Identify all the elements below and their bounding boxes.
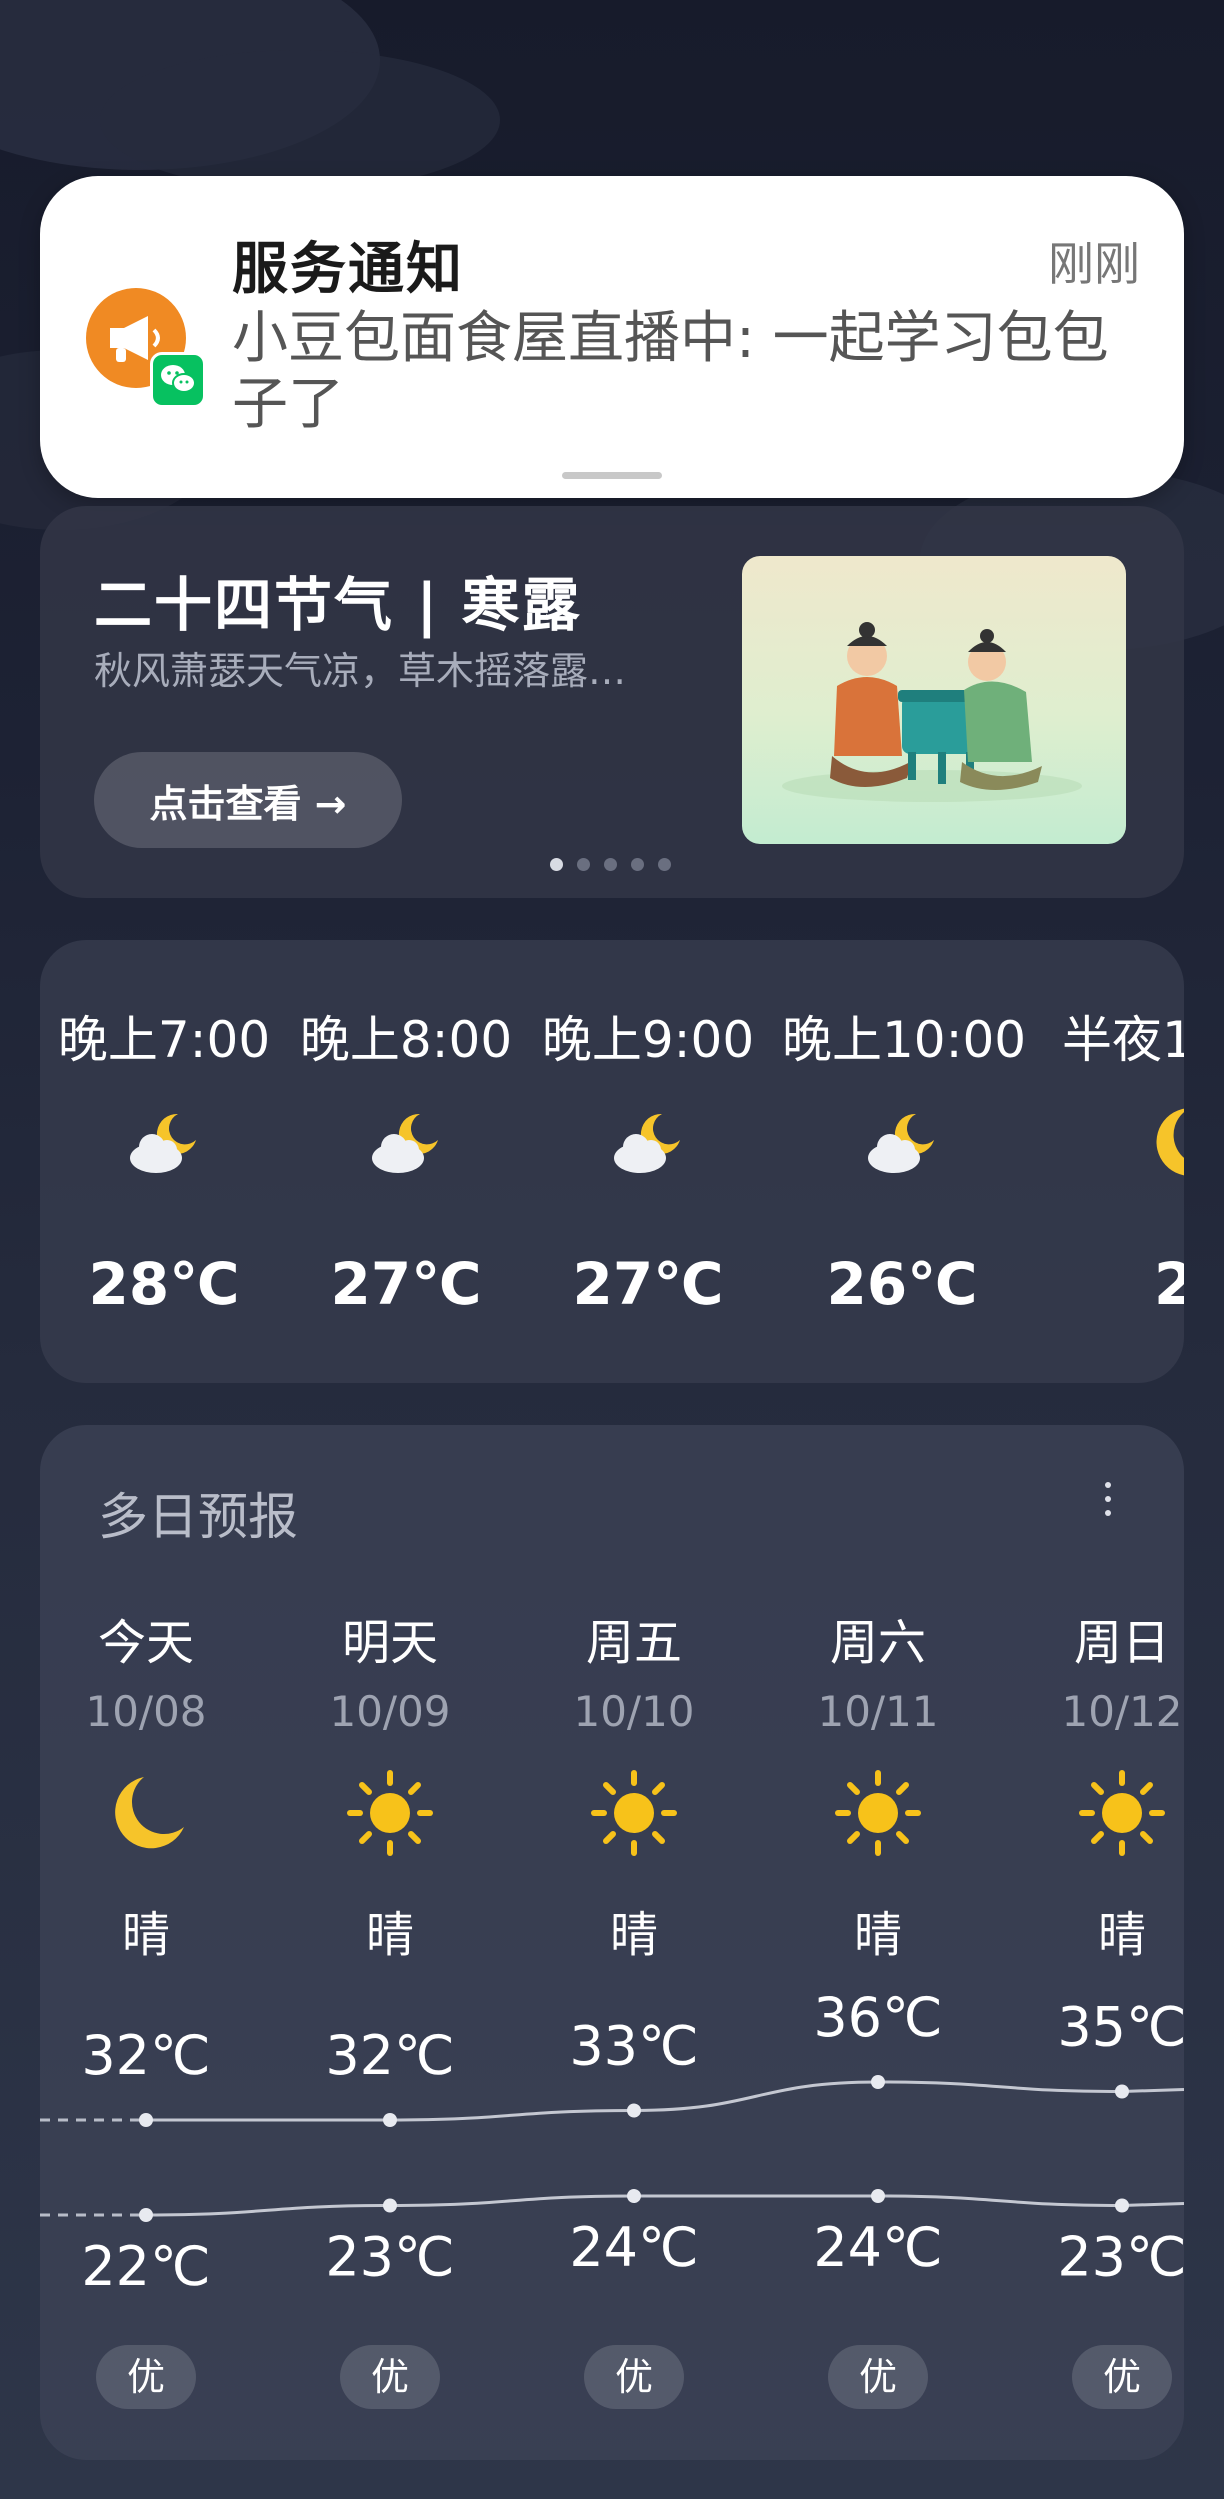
solar-term-card[interactable]: 二十四节气 | 寒露 秋风萧瑟天气凉，草木摇落露… 点击查看 → — [40, 506, 1184, 898]
sun-icon — [835, 1770, 921, 1856]
hourly-temperature: 27℃ — [330, 1250, 482, 1318]
high-temp-line-point — [383, 2113, 397, 2127]
low-temp-line-point — [1115, 2198, 1129, 2213]
low-temp-line — [145, 2194, 1184, 2217]
high-temp-line — [146, 2080, 1184, 2122]
day-name: 周五 — [585, 1615, 682, 1671]
low-temp-label: 24℃ — [569, 2216, 698, 2279]
high-temp-label: 33℃ — [569, 2015, 698, 2078]
hourly-forecast-card[interactable]: 晚上7:00 28℃ 晚上8:00 27℃ 晚上9:00 27℃ 晚上10:00 — [40, 940, 1184, 1383]
day-condition: 晴 — [853, 1907, 902, 1963]
view-details-button[interactable]: 点击查看 → — [94, 752, 402, 848]
moon-cloud-icon — [372, 1113, 438, 1173]
notification-drag-handle[interactable] — [562, 472, 662, 479]
moon-cloud-icon — [614, 1113, 680, 1173]
air-quality-badge[interactable]: 优 — [828, 2345, 928, 2409]
multi-day-forecast-card[interactable]: 多日预报 32℃ 32℃ 33℃ 36℃ 35℃ 22℃ 23℃ 24℃ 24℃ 23℃ 今天 1… — [40, 1425, 1184, 2460]
moon-cloud-icon — [130, 1113, 196, 1173]
day-name: 周日 — [1073, 1615, 1170, 1671]
hourly-time: 晚上7:00 — [57, 1011, 271, 1069]
air-quality-badge[interactable]: 优 — [340, 2345, 440, 2409]
hourly-time: 晚上10:00 — [782, 1011, 1027, 1069]
hourly-time: 晚上9:00 — [541, 1011, 755, 1069]
day-date: 10/12 — [1061, 1687, 1183, 1736]
hourly-temperature: 27℃ — [572, 1250, 724, 1318]
notification-body: 小豆包面食屋直播中: 一起学习包包子了 — [232, 306, 1109, 437]
carousel-indicator — [550, 858, 671, 871]
low-temp-line-point — [627, 2189, 641, 2203]
day-name: 明天 — [341, 1615, 438, 1671]
low-temp-label: 22℃ — [81, 2235, 210, 2298]
day-condition: 晴 — [1097, 1907, 1146, 1963]
air-quality-badge[interactable]: 优 — [1072, 2345, 1172, 2409]
notification-time: 刚刚 — [1048, 237, 1140, 291]
high-temp-label: 32℃ — [325, 2024, 454, 2087]
day-date: 10/09 — [329, 1687, 451, 1736]
low-temp-line-point — [139, 2208, 153, 2222]
day-date: 10/10 — [573, 1687, 695, 1736]
day-date: 10/08 — [85, 1687, 207, 1736]
sun-icon — [347, 1770, 433, 1856]
sun-icon — [591, 1770, 677, 1856]
moon-icon — [1156, 1108, 1184, 1176]
sun-icon — [1079, 1770, 1165, 1856]
notification-title: 服务通知 — [232, 237, 464, 302]
moon-icon — [115, 1777, 184, 1849]
moon-cloud-icon — [868, 1113, 934, 1173]
low-temp-label: 24℃ — [813, 2216, 942, 2279]
hourly-temperature: 28℃ — [88, 1250, 240, 1318]
carousel-dot[interactable] — [550, 858, 563, 871]
day-condition: 晴 — [121, 1907, 170, 1963]
solar-term-illustration — [742, 556, 1126, 844]
low-temp-label: 23℃ — [325, 2226, 454, 2289]
carousel-dot[interactable] — [658, 858, 671, 871]
carousel-dot[interactable] — [604, 858, 617, 871]
day-date: 10/11 — [817, 1687, 939, 1736]
high-temp-line-point — [871, 2075, 885, 2089]
low-temp-label: 23℃ — [1057, 2226, 1184, 2289]
air-quality-badge[interactable]: 优 — [584, 2345, 684, 2409]
carousel-dot[interactable] — [577, 858, 590, 871]
high-temp-label: 35℃ — [1057, 1996, 1184, 2059]
carousel-dot[interactable] — [631, 858, 644, 871]
high-temp-line-point — [139, 2113, 153, 2127]
day-condition: 晴 — [365, 1907, 414, 1963]
hourly-time: 半夜1 — [1062, 1011, 1184, 1069]
wechat-icon — [150, 352, 206, 408]
hourly-time: 晚上8:00 — [299, 1011, 513, 1069]
day-name: 周六 — [829, 1615, 926, 1671]
high-temp-label: 36℃ — [813, 1986, 942, 2049]
low-temp-line-point — [383, 2198, 397, 2213]
service-notification-banner[interactable]: 服务通知 刚刚 小豆包面食屋直播中: 一起学习包包子了 — [40, 176, 1184, 498]
high-temp-line-point — [627, 2103, 641, 2118]
hourly-temperature: 26℃ — [826, 1250, 978, 1318]
solar-term-title: 二十四节气 | 寒露 — [94, 571, 582, 639]
solar-term-subtitle: 秋风萧瑟天气凉，草木摇落露… — [94, 649, 627, 693]
hourly-temperature: 24 — [1154, 1250, 1184, 1318]
high-temp-line-point — [1115, 2084, 1129, 2099]
day-condition: 晴 — [609, 1907, 658, 1963]
air-quality-badge[interactable]: 优 — [96, 2345, 196, 2409]
low-temp-line-point — [871, 2189, 885, 2203]
high-temp-label: 32℃ — [81, 2024, 210, 2087]
day-name: 今天 — [97, 1615, 194, 1671]
